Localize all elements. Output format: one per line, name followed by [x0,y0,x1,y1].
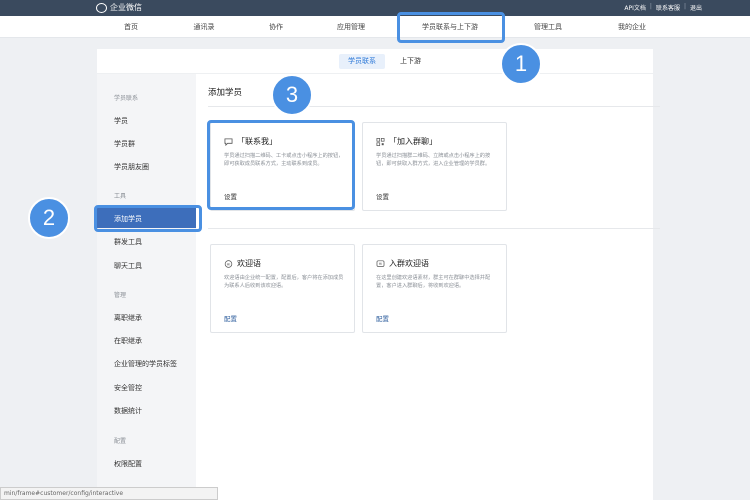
logo-text: 企业微信 [110,3,142,12]
nav-contacts[interactable]: 通讯录 [194,22,215,32]
highlight-contact-me-card [207,120,355,210]
card-group-welcome[interactable]: Hi 入群欢迎语 在这里创建欢迎语素材，群主可在群聊中选择并配置，客户进入群聊后… [362,244,507,333]
nav-management-tools[interactable]: 管理工具 [534,22,562,32]
sidebar-item-students[interactable]: 学员 [114,116,128,126]
sidebar-item-inservice-inherit[interactable]: 在职继承 [114,336,142,346]
tab-upstream-downstream[interactable]: 上下游 [391,54,430,69]
contact-support-link[interactable]: 联系客服 [656,3,680,12]
sidebar-group-contact: 学员联系 [114,95,139,102]
highlight-nav-student-contact [397,12,505,43]
sidebar-item-security[interactable]: 安全管控 [114,383,142,393]
card-title: 入群欢迎语 [389,259,429,268]
svg-text:Hi: Hi [379,262,383,266]
sub-tabs: 学员联系 上下游 [97,49,653,74]
api-docs-link[interactable]: API文档 [624,3,646,12]
sidebar-item-chat-tools[interactable]: 聊天工具 [114,261,142,271]
group-welcome-config-link[interactable]: 配置 [376,313,389,323]
card-welcome-message[interactable]: Hi 欢迎语 欢迎语由企业统一配置，配置后，客户将在添加成员为联系人后收到该欢迎… [210,244,355,333]
card-desc: 学员通过扫描群二维码、立牌或点击小程序上的按钮，即可获取入群方式，进入企业管理的… [376,153,491,167]
card-title-row: Hi 入群欢迎语 [376,258,429,269]
sidebar-group-manage: 管理 [114,292,127,299]
logo[interactable]: 企业微信 [96,2,142,13]
sidebar-group-tools: 工具 [114,193,127,200]
separator: | [649,3,652,10]
tab-student-contact[interactable]: 学员联系 [339,54,385,69]
nav-my-company[interactable]: 我的企业 [618,22,646,32]
sidebar-item-permissions[interactable]: 权限配置 [114,459,142,469]
step-badge-3: 3 [271,74,313,116]
card-title-row: Hi 欢迎语 [224,258,261,269]
card-desc: 在这里创建欢迎语素材，群主可在群聊中选择并配置，客户进入群聊后，将收到欢迎语。 [376,275,491,289]
greeting-icon: Hi [224,259,233,268]
page-title: 添加学员 [208,88,243,98]
sidebar-item-mass-send[interactable]: 群发工具 [114,237,142,247]
divider [208,228,660,229]
card-title-row: 「加入群聊」 [376,136,437,147]
sidebar: 学员联系 学员 学员群 学员朋友圈 工具 添加学员 群发工具 聊天工具 管理 离… [97,74,196,500]
sidebar-item-resigned-inherit[interactable]: 离职继承 [114,313,142,323]
logout-link[interactable]: 退出 [690,3,702,12]
card-title: 欢迎语 [237,259,261,268]
nav-home[interactable]: 首页 [124,22,138,32]
top-links: API文档 | 联系客服 | 退出 [624,3,702,12]
svg-text:Hi: Hi [227,262,231,266]
top-bar: 企业微信 API文档 | 联系客服 | 退出 [0,0,750,16]
sidebar-item-student-groups[interactable]: 学员群 [114,139,135,149]
step-badge-2: 2 [28,197,70,239]
group-greeting-icon: Hi [376,259,385,267]
join-group-setup-link[interactable]: 设置 [376,191,389,201]
welcome-config-link[interactable]: 配置 [224,313,237,323]
status-bar-url: min/frame#customer/config/interactive [0,487,218,500]
nav-collab[interactable]: 协作 [269,22,283,32]
nav-app-management[interactable]: 应用管理 [337,22,365,32]
card-title: 「加入群聊」 [389,137,437,146]
card-desc: 欢迎语由企业统一配置，配置后，客户将在添加成员为联系人后收到该欢迎语。 [224,275,344,289]
highlight-add-student [94,205,202,232]
main-nav: 首页 通讯录 协作 应用管理 学员联系与上下游 管理工具 我的企业 [0,16,750,38]
separator: | [683,3,686,10]
step-badge-1: 1 [500,43,542,85]
qrcode-icon [376,137,385,146]
wecom-logo-icon [96,2,107,13]
sidebar-item-statistics[interactable]: 数据统计 [114,406,142,416]
card-join-group[interactable]: 「加入群聊」 学员通过扫描群二维码、立牌或点击小程序上的按钮，即可获取入群方式，… [362,122,507,211]
sidebar-item-moments[interactable]: 学员朋友圈 [114,162,149,172]
sidebar-group-config: 配置 [114,438,127,445]
sidebar-item-student-tags[interactable]: 企业管理的学员标签 [114,359,177,369]
